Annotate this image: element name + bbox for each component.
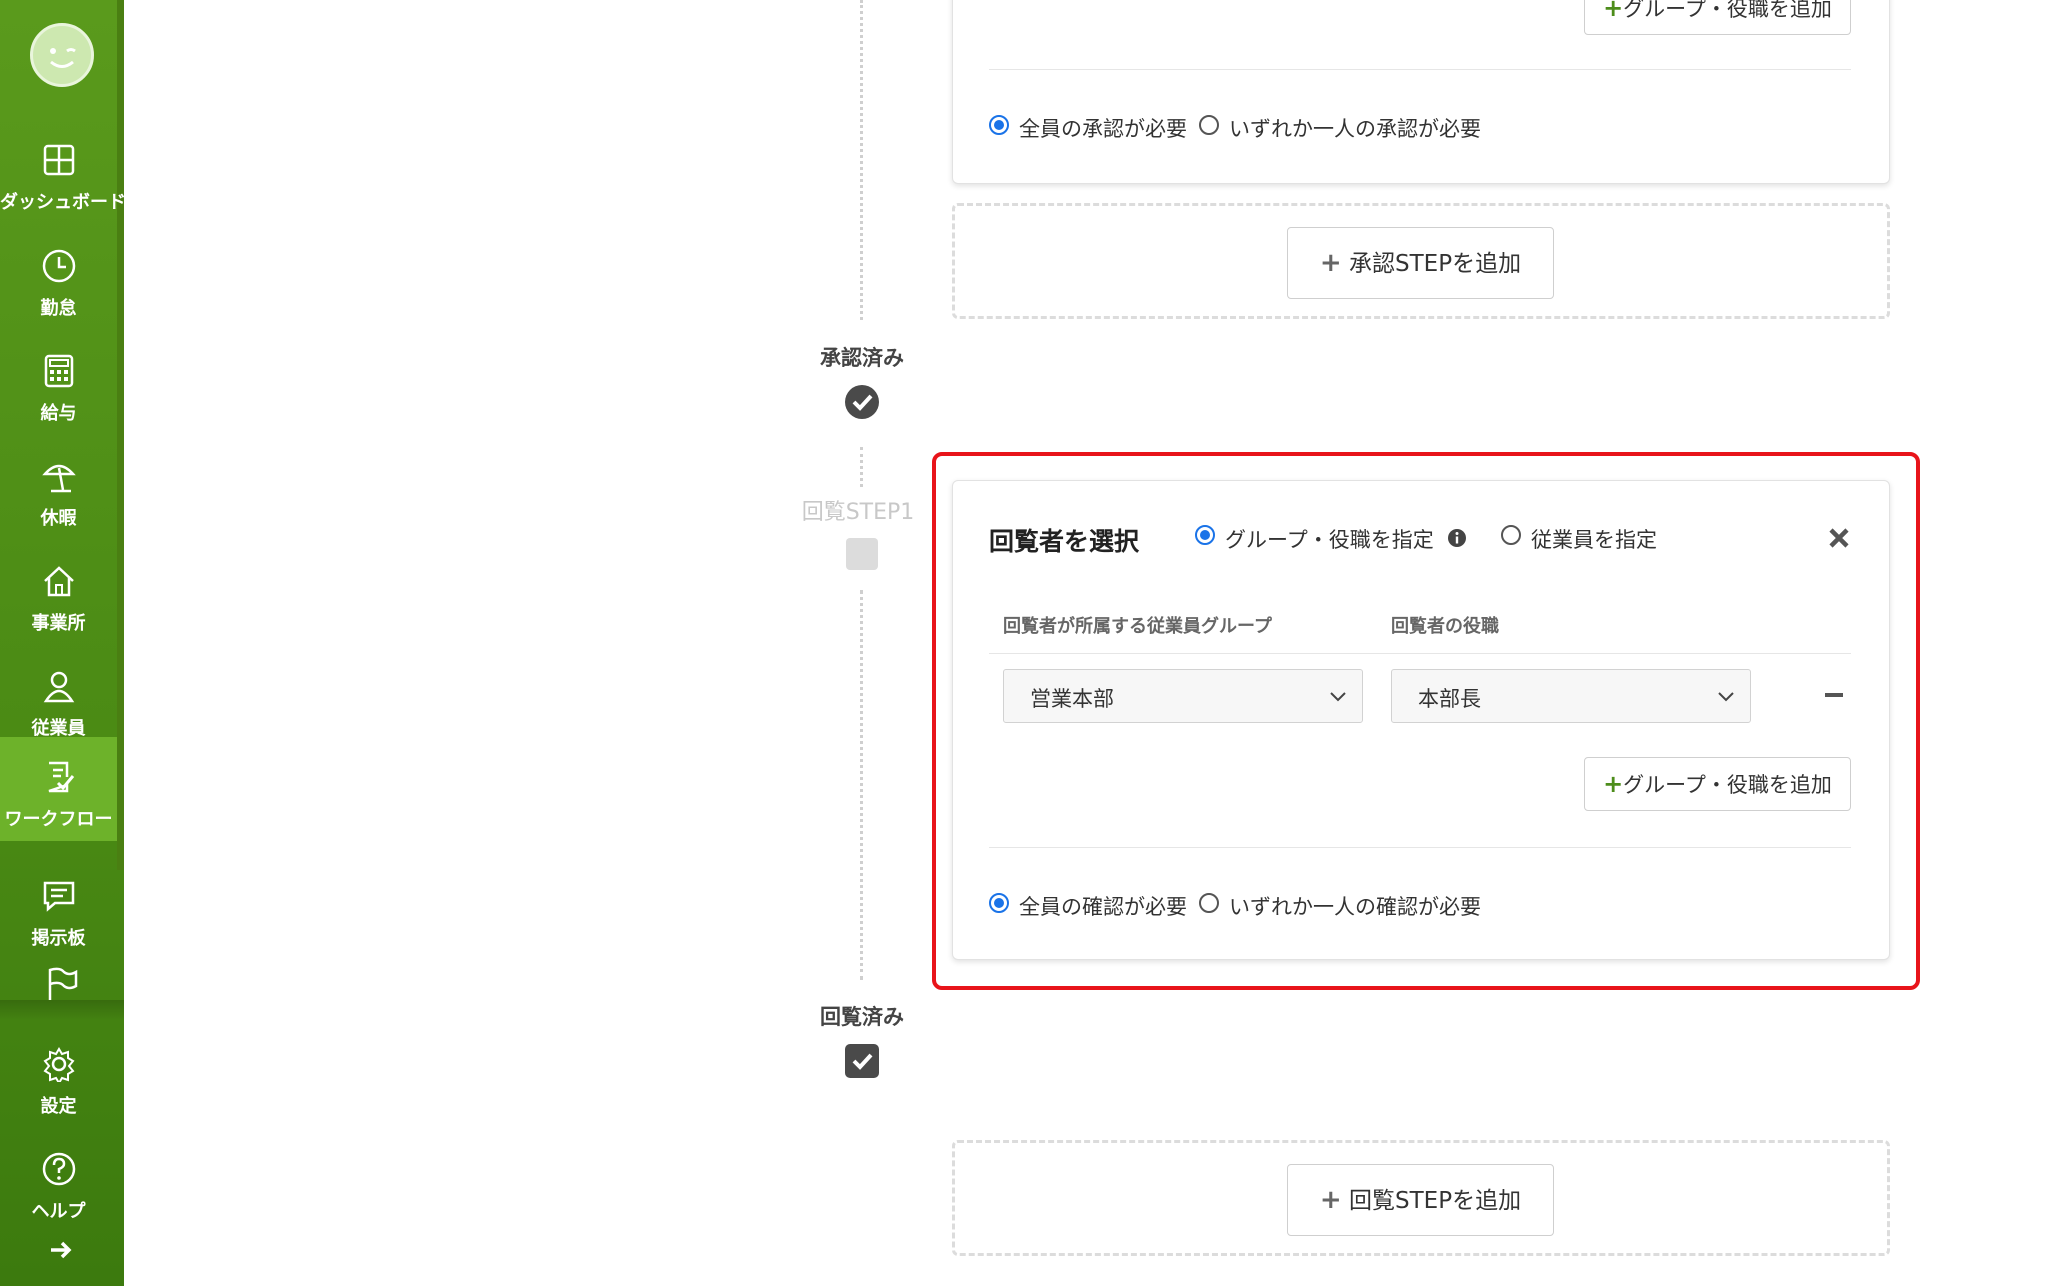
radio-any-approval-label: いずれか一人の承認が必要 (1229, 117, 1481, 141)
avatar[interactable] (30, 23, 94, 87)
radio-all-approval-label: 全員の承認が必要 (1019, 117, 1187, 141)
home-icon (44, 566, 74, 597)
workflow-editor-page: ダッシュボード 勤怠 給与 休暇 事業所 従業員 ワークフロー 掲示板 設定 ヘ… (0, 0, 2048, 1286)
radio-all-confirmation[interactable] (989, 893, 1009, 913)
sidebar-divider (0, 1000, 124, 1020)
divider (989, 69, 1851, 70)
radio-all-confirmation-label: 全員の確認が必要 (1019, 895, 1187, 919)
status-circulated-label: 回覧済み (820, 1005, 904, 1029)
sidebar-item-label: 給与 (40, 403, 77, 424)
role-select[interactable]: 本部長 (1391, 669, 1751, 723)
sidebar-item-label: ダッシュボード (0, 192, 126, 213)
sidebar-item-attendance[interactable]: 勤怠 (0, 228, 117, 332)
sidebar: ダッシュボード 勤怠 給与 休暇 事業所 従業員 ワークフロー 掲示板 設定 ヘ… (0, 0, 126, 1286)
card-title: 回覧者を選択 (989, 527, 1140, 556)
role-select-value: 本部長 (1418, 687, 1481, 711)
sidebar-item-label: ヘルプ (31, 1201, 86, 1222)
sidebar-item-label: ワークフロー (4, 809, 113, 830)
sidebar-item-label: 掲示板 (31, 928, 86, 949)
close-icon[interactable] (1827, 526, 1851, 550)
divider (989, 847, 1851, 848)
help-icon (42, 1152, 76, 1186)
check-circle-icon (845, 385, 879, 419)
sidebar-item-label: 設定 (40, 1096, 77, 1117)
sidebar-item-label: 休暇 (40, 508, 77, 529)
radio-employee-mode-label: 従業員を指定 (1531, 528, 1657, 552)
plus-icon: + (1319, 248, 1342, 278)
add-circulation-step-label: 回覧STEPを追加 (1349, 1188, 1522, 1214)
dashboard-icon (43, 144, 75, 176)
radio-any-confirmation[interactable] (1199, 893, 1219, 913)
workflow-icon (48, 761, 75, 793)
message-board-icon (43, 881, 75, 912)
approval-step-card: +グループ・役職を追加 全員の承認が必要 いずれか一人の承認が必要 (952, 0, 1890, 184)
chevron-down-icon (1330, 692, 1346, 702)
flag-icon[interactable] (44, 966, 78, 1002)
plus-icon: + (1603, 770, 1624, 798)
add-group-role-label: グループ・役職を追加 (1623, 0, 1832, 21)
sidebar-item-label: 事業所 (31, 613, 86, 634)
add-circulation-step-button[interactable]: + 回覧STEPを追加 (1287, 1164, 1554, 1236)
radio-any-confirmation-label: いずれか一人の確認が必要 (1229, 895, 1481, 919)
sidebar-item-help[interactable]: ヘルプ (0, 1131, 117, 1235)
sidebar-item-workflow[interactable]: ワークフロー (0, 737, 117, 841)
timeline-line (860, 447, 863, 487)
sidebar-item-dashboard[interactable]: ダッシュボード (0, 122, 126, 226)
sidebar-item-payroll[interactable]: 給与 (0, 333, 117, 437)
group-select-value: 営業本部 (1030, 687, 1114, 711)
sidebar-item-office[interactable]: 事業所 (0, 543, 117, 647)
expand-sidebar-arrow-icon[interactable] (46, 1235, 76, 1265)
radio-group-role-mode-label: グループ・役職を指定 (1225, 528, 1434, 552)
add-group-role-label: グループ・役職を追加 (1623, 773, 1832, 797)
info-icon[interactable] (1447, 528, 1467, 548)
add-circulation-step-area: + 回覧STEPを追加 (952, 1140, 1890, 1256)
gear-icon (43, 1047, 75, 1082)
sidebar-item-vacation[interactable]: 休暇 (0, 438, 117, 542)
beach-umbrella-icon (42, 464, 76, 493)
radio-employee-mode[interactable] (1501, 525, 1521, 545)
person-icon (43, 671, 75, 703)
divider (989, 653, 1851, 654)
group-select[interactable]: 営業本部 (1003, 669, 1363, 723)
radio-any-approval[interactable] (1199, 115, 1219, 135)
clock-icon (42, 249, 76, 283)
add-approval-step-label: 承認STEPを追加 (1349, 251, 1522, 277)
step-label: 回覧STEP1 (801, 500, 915, 525)
sidebar-scrollbar[interactable] (117, 0, 124, 870)
add-group-role-button[interactable]: +グループ・役職を追加 (1584, 0, 1851, 35)
step-marker (846, 538, 878, 570)
add-group-role-button[interactable]: +グループ・役職を追加 (1584, 757, 1851, 811)
plus-icon: + (1319, 1185, 1342, 1215)
check-square-icon (845, 1044, 879, 1078)
radio-all-approval[interactable] (989, 115, 1009, 135)
timeline-line (860, 0, 863, 320)
timeline-line (860, 590, 863, 980)
column-header-role: 回覧者の役職 (1391, 616, 1499, 637)
radio-group-role-mode[interactable] (1195, 525, 1215, 545)
chevron-down-icon (1718, 692, 1734, 702)
add-approval-step-button[interactable]: + 承認STEPを追加 (1287, 227, 1554, 299)
add-approval-step-area: + 承認STEPを追加 (952, 203, 1890, 319)
circulation-step-card: 回覧者を選択 グループ・役職を指定 従業員を指定 回覧者が所属する従業員グループ… (952, 480, 1890, 960)
sidebar-item-settings[interactable]: 設定 (0, 1026, 117, 1130)
sidebar-item-bulletin[interactable]: 掲示板 (0, 858, 117, 962)
status-approved-label: 承認済み (820, 346, 904, 370)
remove-row-minus-icon[interactable] (1823, 684, 1845, 706)
sidebar-item-label: 勤怠 (40, 298, 77, 319)
column-header-group: 回覧者が所属する従業員グループ (1003, 616, 1272, 637)
calculator-icon (44, 354, 74, 388)
plus-icon: + (1603, 0, 1624, 22)
